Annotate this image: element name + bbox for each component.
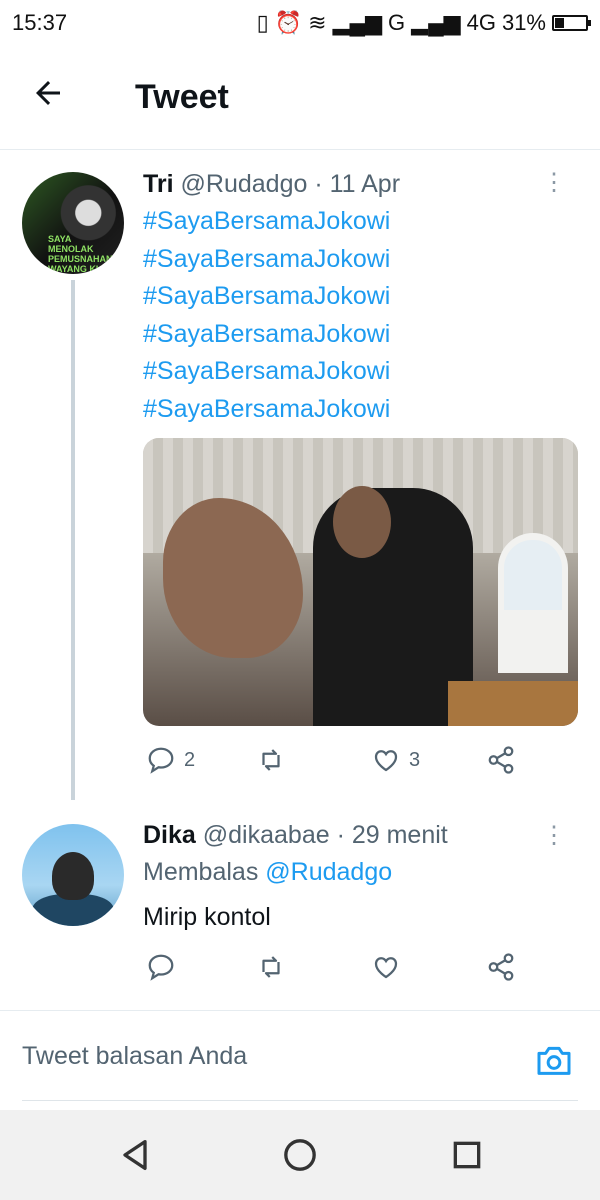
reply-button[interactable] [146, 952, 176, 982]
reply-author-name[interactable]: Dika [143, 821, 196, 849]
replying-to: Membalas @Rudadgo [143, 858, 392, 887]
home-circle-icon[interactable] [280, 1135, 320, 1175]
like-button[interactable]: 3 [371, 745, 420, 775]
signal-icon-2: ▂▄▆ [411, 10, 461, 35]
author-handle[interactable]: @Rudadgo [181, 170, 308, 198]
tweet-photo[interactable] [143, 438, 578, 726]
share-button[interactable] [486, 745, 516, 775]
photo-table [448, 681, 578, 726]
back-triangle-icon[interactable] [115, 1135, 155, 1175]
hashtag-link[interactable]: #SayaBersamaJokowi [143, 241, 390, 279]
reply-text: Mirip kontol [143, 903, 271, 931]
reply-time: · 29 menit [336, 821, 448, 849]
hashtag-link[interactable]: #SayaBersamaJokowi [143, 391, 390, 429]
share-button[interactable] [486, 952, 516, 982]
more-vertical-icon[interactable]: ⋮ [542, 168, 566, 197]
signal-icon: ▂▄▆ [332, 10, 383, 35]
reply-meta: Dika @dikaabae · 29 menit [143, 821, 448, 850]
recents-square-icon[interactable] [447, 1135, 487, 1175]
tweet-actions: 2 3 [146, 745, 526, 785]
retweet-icon [262, 749, 280, 771]
status-bar: 15:37 ▯ ⏰ ≋ ▂▄▆ G ▂▄▆ 4G 31% [0, 0, 600, 46]
more-vertical-icon[interactable]: ⋮ [542, 821, 566, 850]
page-title: Tweet [135, 78, 229, 116]
like-icon [374, 957, 398, 979]
status-time: 15:37 [12, 10, 68, 35]
avatar-text: SAYA MENOLAK PEMUSNAHAN WAYANG KULIT [48, 234, 116, 274]
divider [0, 1010, 600, 1011]
camera-icon[interactable] [534, 1040, 574, 1080]
tweet-meta: Tri @Rudadgo · 11 Apr [143, 170, 400, 199]
reply-icon [148, 954, 174, 981]
status-icons: ▯ ⏰ ≋ ▂▄▆ G ▂▄▆ 4G 31% [256, 10, 591, 36]
reply-icon [148, 747, 174, 774]
share-icon [488, 746, 514, 774]
wifi-icon: ≋ [308, 10, 327, 35]
like-button[interactable] [371, 952, 401, 982]
vibrate-icon: ▯ [256, 10, 269, 35]
hashtag-link[interactable]: #SayaBersamaJokowi [143, 278, 390, 316]
tweet-hashtags: #SayaBersamaJokowi #SayaBersamaJokowi #S… [143, 203, 390, 428]
app-header: Tweet [0, 46, 600, 150]
like-icon [374, 750, 398, 772]
retweet-button[interactable] [256, 745, 286, 775]
reply-count: 2 [184, 748, 196, 771]
replying-to-label: Membalas [143, 858, 259, 886]
like-count: 3 [409, 748, 421, 771]
network-label-1: G [388, 10, 406, 35]
reply-actions [146, 952, 526, 992]
hashtag-link[interactable]: #SayaBersamaJokowi [143, 203, 390, 241]
arrow-left-icon[interactable] [30, 75, 80, 120]
tweet-date: · 11 Apr [314, 170, 401, 198]
retweet-icon [262, 956, 280, 978]
hashtag-link[interactable]: #SayaBersamaJokowi [143, 316, 390, 354]
share-icon [488, 953, 514, 981]
photo-window [504, 540, 562, 610]
battery-percent: 31% [501, 10, 546, 35]
thread-line [71, 280, 75, 800]
reply-composer [22, 1032, 578, 1101]
author-name[interactable]: Tri [143, 170, 174, 198]
battery-icon [552, 15, 591, 31]
replying-to-mention[interactable]: @Rudadgo [265, 858, 392, 886]
retweet-button[interactable] [256, 952, 286, 982]
avatar-dika[interactable] [22, 824, 124, 926]
reply-author-handle[interactable]: @dikaabae [203, 821, 330, 849]
hashtag-link[interactable]: #SayaBersamaJokowi [143, 353, 390, 391]
avatar-tri[interactable]: SAYA MENOLAK PEMUSNAHAN WAYANG KULIT [22, 172, 124, 274]
system-nav-bar [0, 1110, 600, 1200]
reply-input[interactable] [22, 1042, 502, 1071]
reply-button[interactable]: 2 [146, 745, 195, 775]
photo-head [333, 486, 391, 558]
alarm-icon: ⏰ [274, 10, 303, 35]
network-label-2: 4G [466, 10, 496, 35]
battery-fill [555, 18, 564, 28]
avatar-head [52, 852, 94, 900]
